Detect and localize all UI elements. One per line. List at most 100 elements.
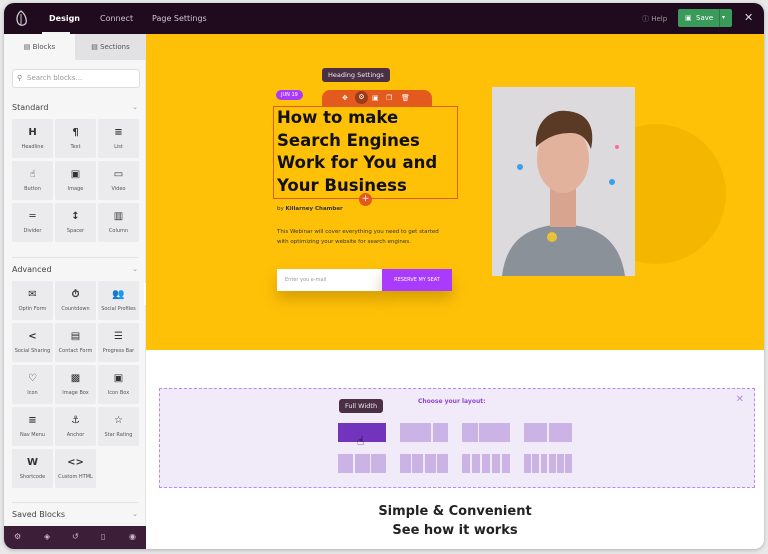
save-dropdown-chevron-icon[interactable]: ▾ [722, 14, 725, 21]
block-label: Image Box [62, 390, 89, 396]
block-text[interactable]: ¶ Text [55, 119, 96, 158]
contact-form-icon: ▤ [70, 331, 81, 342]
layout-option[interactable] [462, 454, 511, 473]
block-label: Optin Form [18, 306, 47, 312]
block-label: Text [70, 144, 81, 150]
block-headline[interactable]: H Headline [12, 119, 53, 158]
layout-option[interactable] [338, 454, 386, 473]
layout-option[interactable] [524, 454, 572, 473]
layout-option[interactable] [400, 454, 448, 473]
list-icon: ≡ [114, 127, 123, 138]
hero-heading[interactable]: How to make Search Engines Work for You … [277, 107, 457, 197]
save-label: Save [696, 14, 714, 22]
layout-option[interactable] [462, 423, 510, 442]
layout-column [532, 454, 539, 473]
move-icon[interactable]: ✥ [342, 94, 348, 102]
block-nav-menu[interactable]: ≡ Nav Menu [12, 407, 53, 446]
person-image [492, 87, 635, 276]
history-icon[interactable]: ↺ [72, 532, 79, 541]
layout-option[interactable] [524, 423, 572, 442]
logo-icon [16, 10, 27, 26]
button-icon: ☝ [29, 169, 36, 180]
layout-column [462, 454, 471, 473]
hero-section: Heading Settings JUN 19 ✥ ⚙ ▣ ❐ 🗑 How to… [146, 34, 764, 350]
tab-sections[interactable]: ▤ Sections [75, 34, 146, 60]
nav-design[interactable]: Design [49, 14, 80, 23]
block-icon-box[interactable]: ▣ Icon Box [98, 365, 139, 404]
section-standard[interactable]: Standard ⌄ [12, 103, 138, 112]
block-list[interactable]: ≡ List [98, 119, 139, 158]
block-image-box[interactable]: ▩ Image Box [55, 365, 96, 404]
block-icon[interactable]: ♡ Icon [12, 365, 53, 404]
anchor-icon: ⚓ [71, 415, 80, 426]
save-block-icon[interactable]: ▣ [372, 94, 379, 102]
block-spacer[interactable]: ↕ Spacer [55, 203, 96, 242]
block-button[interactable]: ☝ Button [12, 161, 53, 200]
block-divider[interactable]: ═ Divider [12, 203, 53, 242]
layout-column [548, 454, 556, 473]
mobile-icon[interactable]: ▯ [101, 532, 105, 541]
trash-icon[interactable]: 🗑 [401, 94, 410, 102]
help-icon: ⓘ [642, 15, 649, 23]
section-title: Standard [12, 103, 49, 112]
eye-icon[interactable]: ◉ [129, 532, 136, 541]
icon-box-icon: ▣ [113, 373, 124, 384]
nav-page-settings[interactable]: Page Settings [152, 14, 207, 23]
image-box-icon: ▩ [70, 373, 81, 384]
chevron-down-icon: ⌄ [132, 510, 138, 518]
divider [12, 502, 138, 503]
close-layout-icon[interactable]: ✕ [736, 394, 744, 405]
image-icon: ▣ [70, 169, 81, 180]
icon-icon: ♡ [28, 373, 37, 384]
author: Killarney Chamber [285, 206, 343, 212]
layout-column [548, 423, 572, 442]
duplicate-icon[interactable]: ❐ [386, 94, 392, 102]
add-block-plus-icon[interactable]: + [359, 193, 372, 206]
blocks-icon: ▤ [23, 43, 31, 51]
email-input[interactable]: Enter you e-mail [277, 269, 382, 291]
block-video[interactable]: ▭ Video [98, 161, 139, 200]
reserve-seat-button[interactable]: RESERVE MY SEAT [382, 269, 452, 291]
nav-connect[interactable]: Connect [100, 14, 133, 23]
save-icon: ▣ [685, 14, 692, 22]
section-advanced[interactable]: Advanced ⌄ [12, 265, 138, 274]
block-label: Anchor [66, 432, 85, 438]
layers-icon[interactable]: ◈ [44, 532, 50, 541]
nav-menu-icon: ≡ [28, 415, 37, 426]
close-icon[interactable]: ✕ [744, 11, 753, 24]
date-badge: JUN 19 [276, 90, 303, 100]
block-social-sharing[interactable]: < Social Sharing [12, 323, 53, 362]
settings-gear-icon[interactable]: ⚙ [355, 91, 368, 104]
block-progress-bar[interactable]: ☰ Progress Bar [98, 323, 139, 362]
section-saved-blocks[interactable]: Saved Blocks ⌄ [12, 510, 138, 519]
block-contact-form[interactable]: ▤ Contact Form [55, 323, 96, 362]
top-bar: Design Connect Page Settings ⓘ Help ▣ Sa… [4, 3, 764, 34]
layout-column [524, 423, 548, 442]
block-label: Headline [21, 144, 44, 150]
block-optin-form[interactable]: ✉ Optin Form [12, 281, 53, 320]
tab-blocks[interactable]: ▤ Blocks [4, 34, 75, 60]
layout-column [557, 454, 564, 473]
block-image[interactable]: ▣ Image [55, 161, 96, 200]
block-anchor[interactable]: ⚓ Anchor [55, 407, 96, 446]
text-icon: ¶ [72, 127, 79, 138]
block-star-rating[interactable]: ☆ Star Rating [98, 407, 139, 446]
layout-column [400, 423, 431, 442]
search-blocks-input[interactable]: ⚲ Search blocks... [12, 69, 140, 88]
layout-column [338, 454, 353, 473]
help-link[interactable]: ⓘ Help [642, 14, 667, 24]
layout-column [424, 454, 436, 473]
gear-icon[interactable]: ⚙ [14, 532, 21, 541]
save-button[interactable]: ▣ Save ▾ [678, 9, 732, 27]
block-column[interactable]: ▥ Column [98, 203, 139, 242]
block-countdown[interactable]: ⏱ Countdown [55, 281, 96, 320]
layout-column [481, 454, 491, 473]
block-shortcode[interactable]: W Shortcode [12, 449, 53, 488]
block-social-profiles[interactable]: 👥 Social Profiles [98, 281, 139, 320]
layout-column [354, 454, 370, 473]
custom-html-icon: <> [67, 457, 84, 468]
block-custom-html[interactable]: <> Custom HTML [55, 449, 96, 488]
layout-option[interactable] [400, 423, 448, 442]
countdown-icon: ⏱ [71, 289, 80, 300]
layout-column [437, 454, 448, 473]
